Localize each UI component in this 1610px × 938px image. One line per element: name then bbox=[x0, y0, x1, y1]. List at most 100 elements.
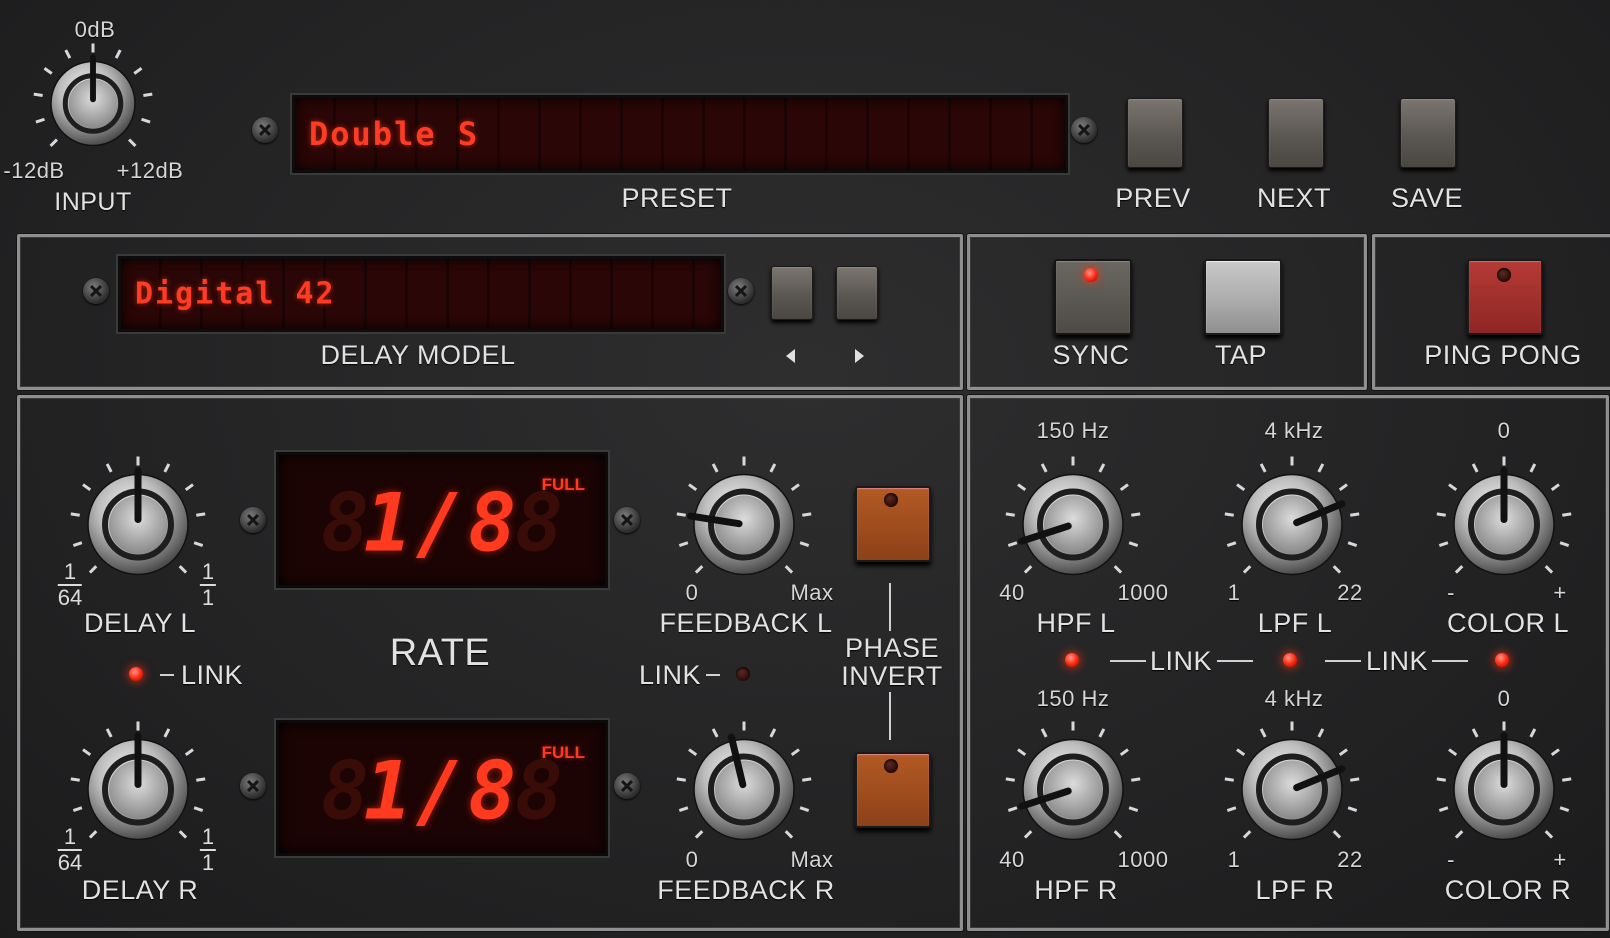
screw-icon bbox=[1071, 117, 1097, 143]
delay-model-display-value: Digital 42 bbox=[135, 276, 336, 312]
phase-invert-l-led bbox=[884, 493, 898, 507]
rate-display-bottom[interactable]: 8 8 1/8 FULL bbox=[276, 720, 608, 856]
color-link-led[interactable] bbox=[1495, 653, 1509, 667]
rate-display-top[interactable]: 8 8 1/8 FULL bbox=[276, 452, 608, 588]
knob-tick bbox=[1338, 748, 1348, 757]
feedback-r-min: 0 bbox=[685, 847, 699, 872]
knob-tick bbox=[1098, 463, 1106, 473]
input-knob[interactable] bbox=[25, 36, 161, 177]
knob-tick bbox=[1448, 483, 1458, 492]
knob-tick bbox=[802, 512, 812, 517]
delay-l-knob[interactable] bbox=[62, 449, 214, 606]
knob-cap bbox=[715, 760, 773, 819]
knob-tick bbox=[1454, 830, 1464, 839]
delay-model-label: DELAY MODEL bbox=[320, 340, 516, 370]
knob-tick bbox=[70, 777, 80, 782]
knob-graphic bbox=[70, 456, 206, 576]
knob-tick bbox=[1332, 565, 1342, 574]
knob-tick bbox=[1236, 748, 1246, 757]
knob-tick bbox=[1259, 728, 1267, 738]
hpf-link-led[interactable] bbox=[1065, 653, 1079, 667]
knob-tick bbox=[688, 748, 698, 757]
knob-tick bbox=[1005, 777, 1015, 782]
input-label: INPUT bbox=[54, 188, 132, 216]
sync-led bbox=[1084, 268, 1098, 282]
knob-tick bbox=[193, 541, 204, 547]
knob-graphic bbox=[70, 721, 206, 841]
knob-tick bbox=[88, 830, 98, 839]
ping-pong-label: PING PONG bbox=[1424, 340, 1582, 370]
phase-invert-label: PHASE INVERT bbox=[841, 633, 943, 691]
color-l-max: + bbox=[1553, 580, 1567, 605]
color-l-label: COLOR L bbox=[1446, 608, 1570, 638]
next-button[interactable] bbox=[1268, 98, 1324, 168]
hpf-l-max: 1000 bbox=[1117, 580, 1169, 605]
knob-graphic bbox=[1436, 721, 1572, 841]
knob-tick bbox=[163, 728, 171, 738]
knob-tick bbox=[1438, 541, 1449, 547]
delay-r-max: 11 bbox=[199, 824, 217, 875]
ghost-digit: 8 bbox=[321, 744, 370, 838]
feedback-link-label: LINK bbox=[638, 660, 702, 690]
color-r-top: 0 bbox=[1497, 686, 1511, 711]
knob-tick bbox=[1562, 777, 1572, 782]
knob-tick bbox=[1438, 806, 1449, 812]
delay-model-display[interactable]: Digital 42 bbox=[118, 256, 724, 332]
knob-graphic bbox=[1224, 456, 1360, 576]
delay-l-max: 11 bbox=[199, 559, 217, 610]
knob-tick bbox=[49, 138, 58, 147]
rate-top-mode: FULL bbox=[541, 475, 585, 494]
delay-r-label: DELAY R bbox=[81, 875, 199, 905]
tap-label: TAP bbox=[1214, 340, 1268, 370]
knob-tick bbox=[769, 463, 777, 473]
knob-tick bbox=[1544, 830, 1554, 839]
knob-tick bbox=[88, 565, 98, 574]
feedback-l-max: Max bbox=[790, 580, 834, 605]
knob-tick bbox=[1332, 830, 1342, 839]
screw-icon bbox=[83, 278, 109, 304]
arrow-left-icon bbox=[786, 349, 795, 363]
tap-button[interactable] bbox=[1204, 259, 1282, 335]
knob-tick bbox=[105, 728, 113, 738]
knob-tick bbox=[141, 117, 151, 124]
knob-tick bbox=[802, 777, 812, 782]
screw-icon bbox=[252, 117, 278, 143]
lpf-l-label: LPF L bbox=[1257, 608, 1333, 638]
save-button[interactable] bbox=[1400, 98, 1456, 168]
knob-tick bbox=[72, 541, 83, 547]
arrow-right-icon bbox=[855, 349, 864, 363]
preset-display[interactable]: Double S bbox=[292, 95, 1068, 173]
screw-icon bbox=[728, 278, 754, 304]
knob-tick bbox=[178, 565, 188, 574]
lpf-r-max: 22 bbox=[1337, 847, 1363, 872]
knob-graphic bbox=[676, 456, 812, 576]
delay-link-led[interactable] bbox=[129, 667, 143, 681]
feedback-r-max: Max bbox=[790, 847, 834, 872]
knob-tick bbox=[790, 748, 800, 757]
color-r-label: COLOR R bbox=[1444, 875, 1572, 905]
filter-link-1-label: LINK bbox=[1149, 646, 1213, 676]
knob-tick bbox=[1550, 483, 1560, 492]
lpf-link-led[interactable] bbox=[1283, 653, 1297, 667]
hpf-l-top: 150 Hz bbox=[1036, 418, 1110, 443]
lpf-l-max: 22 bbox=[1337, 580, 1363, 605]
next-label: NEXT bbox=[1256, 183, 1332, 213]
prev-button[interactable] bbox=[1127, 98, 1183, 168]
model-prev-button[interactable] bbox=[771, 266, 813, 320]
knob-tick bbox=[688, 483, 698, 492]
knob-tick bbox=[799, 806, 810, 812]
feedback-link-led[interactable] bbox=[736, 667, 750, 681]
knob-tick bbox=[790, 483, 800, 492]
model-next-button[interactable] bbox=[836, 266, 878, 320]
knob-tick bbox=[1350, 777, 1360, 782]
lpf-l-min: 1 bbox=[1227, 580, 1241, 605]
knob-tick bbox=[1226, 806, 1237, 812]
knob-tick bbox=[82, 748, 92, 757]
delay-r-knob[interactable] bbox=[62, 714, 214, 871]
knob-tick bbox=[72, 806, 83, 812]
knob-tick bbox=[193, 806, 204, 812]
knob-tick bbox=[1317, 463, 1325, 473]
knob-tick bbox=[1131, 512, 1141, 517]
knob-tick bbox=[784, 830, 794, 839]
rate-bottom-mode: FULL bbox=[541, 743, 585, 762]
